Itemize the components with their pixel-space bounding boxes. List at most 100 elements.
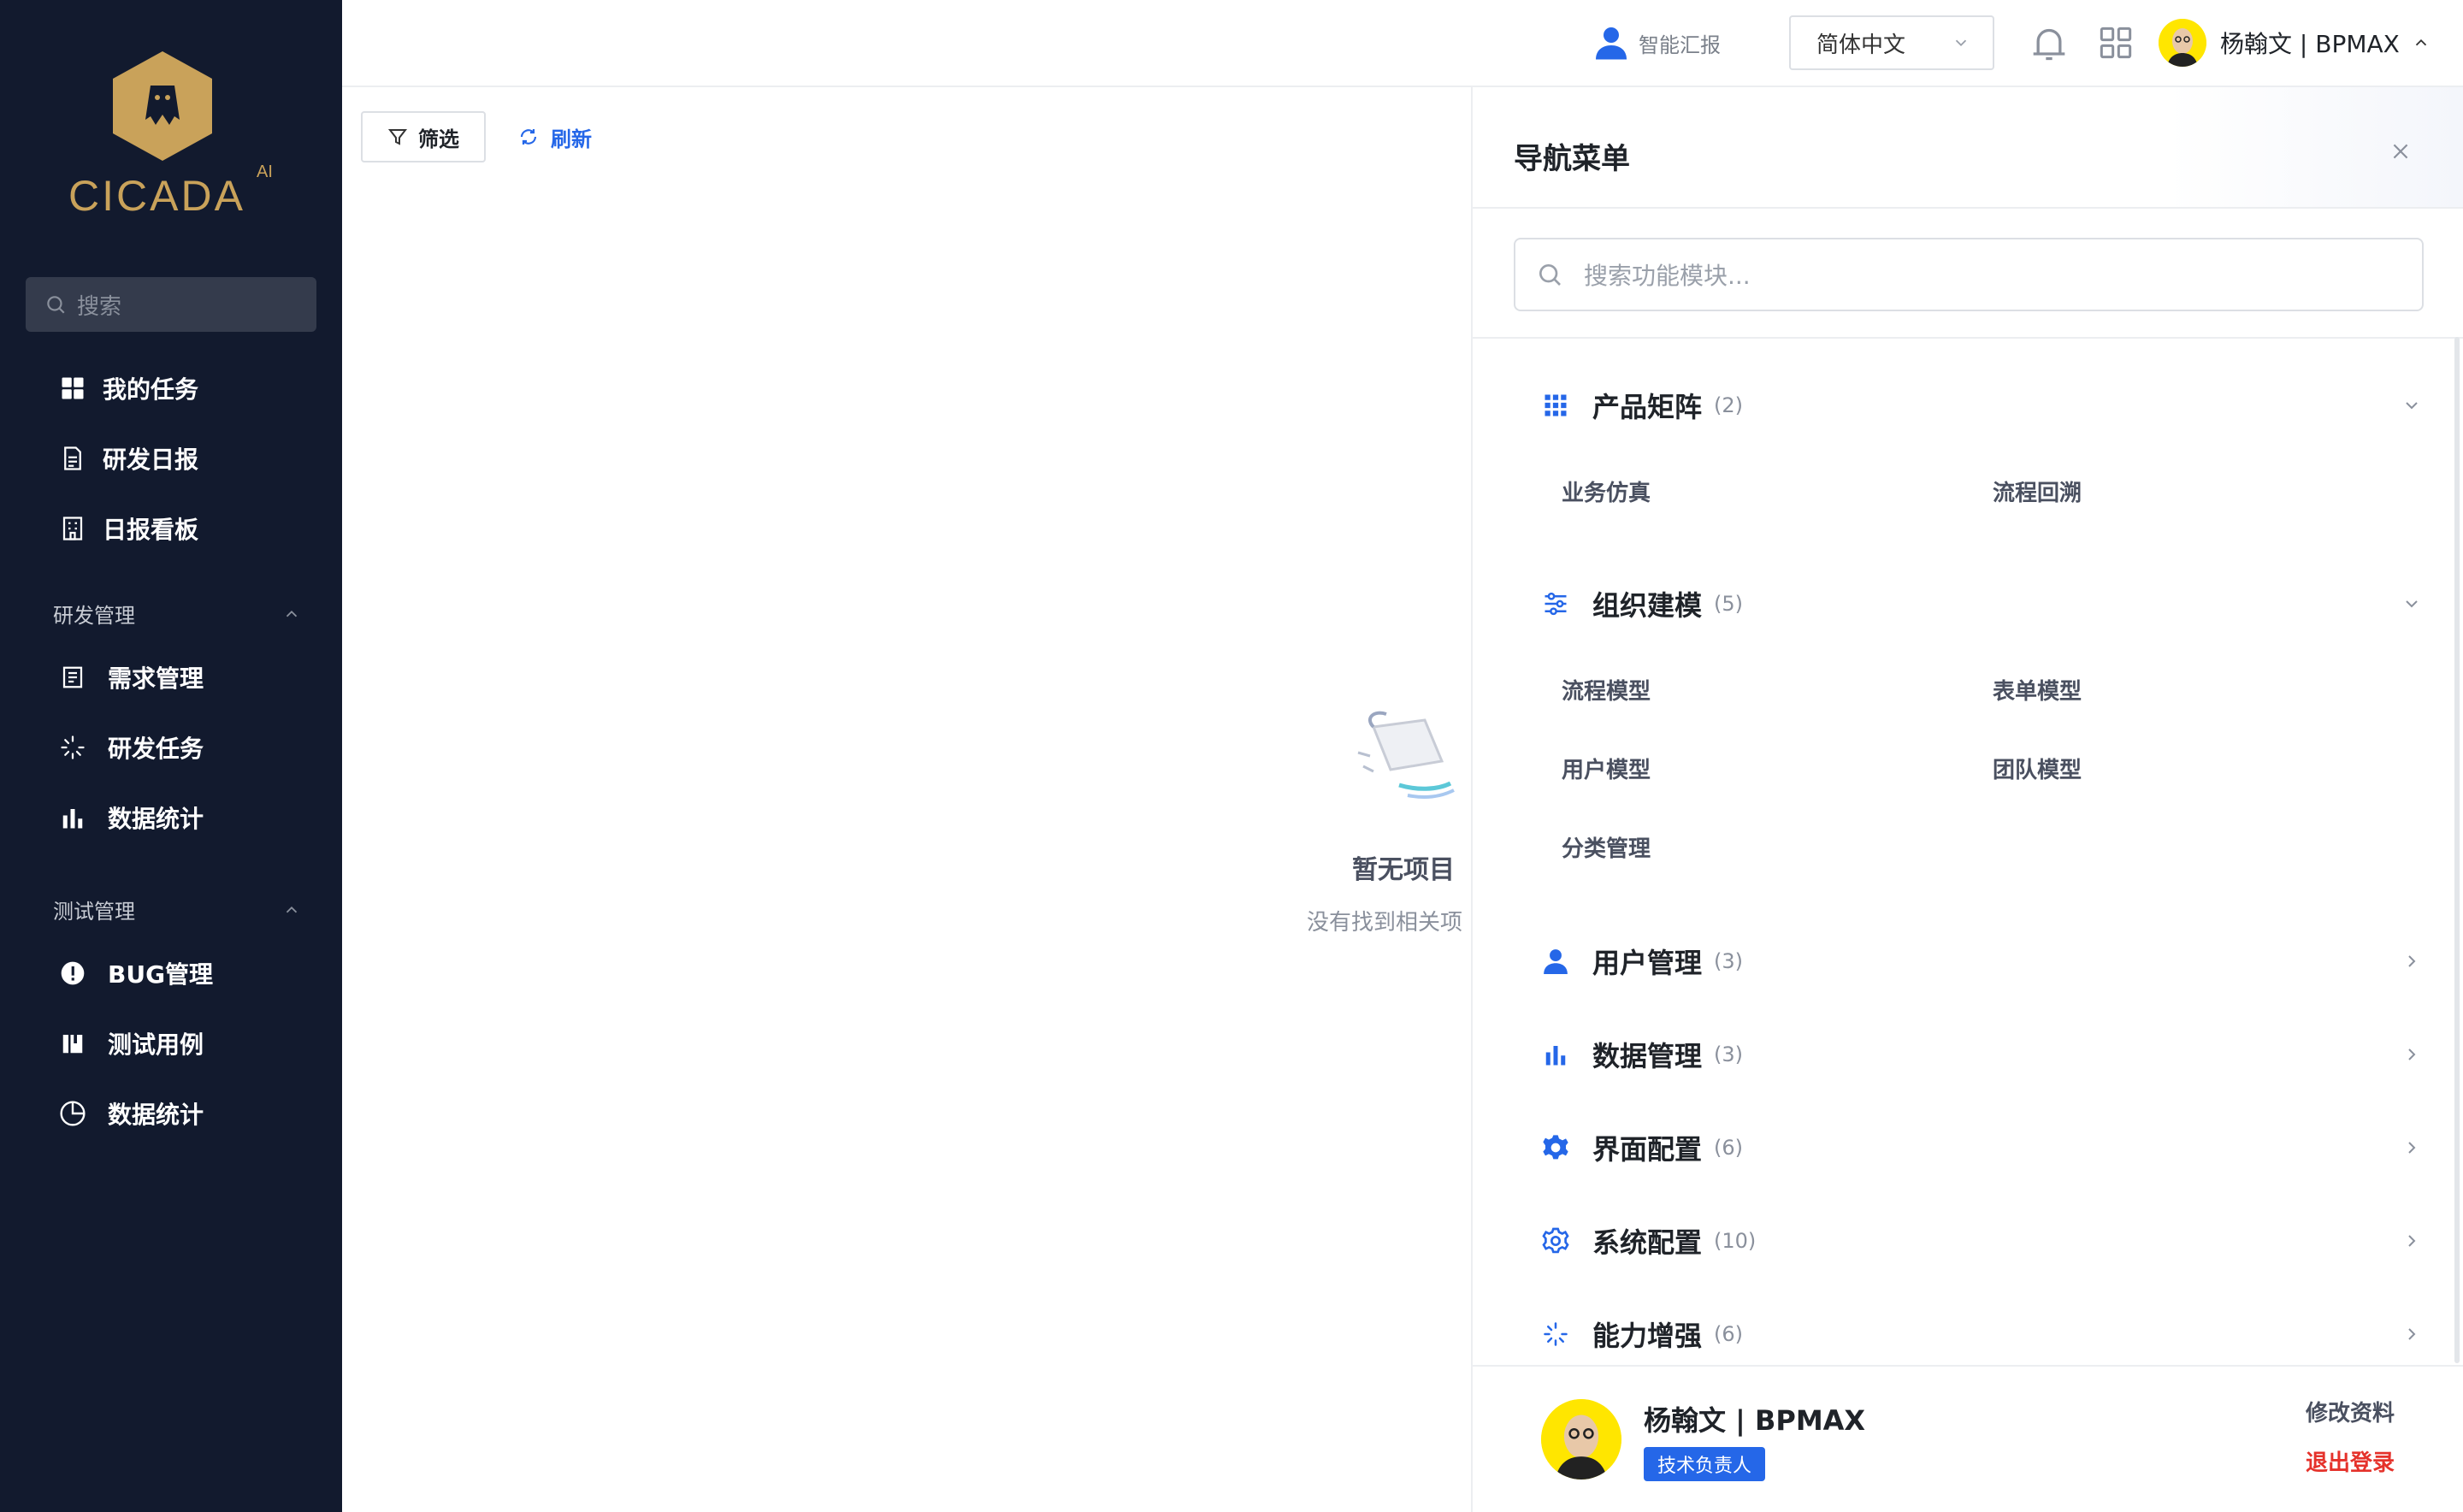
module-link[interactable]: 流程模型 [1562, 674, 1651, 706]
sidebar-item-rd-tasks[interactable]: 研发任务 [58, 722, 204, 773]
apps-icon[interactable] [2099, 26, 2133, 60]
empty-state-description: 没有找到相关项 [1307, 910, 1463, 936]
module-link[interactable]: 业务仿真 [1562, 475, 1651, 507]
role-badge: 技术负责人 [1644, 1447, 1766, 1481]
refresh-button[interactable]: 刷新 [518, 111, 592, 162]
sliders-icon [1541, 589, 1570, 618]
drawer-title: 导航菜单 [1514, 142, 1630, 176]
sidebar-item-label: 数据统计 [108, 805, 204, 833]
edit-profile-link[interactable]: 修改资料 [2306, 1396, 2395, 1427]
footer-user-name: 杨翰文 | BPMAX [1644, 1404, 1866, 1437]
bar-chart-icon [1541, 1040, 1570, 1069]
app-root: CICADA AI 搜索 我的任务 研发日报 日报看板 研发管理 需求管理 研发… [0, 0, 2463, 1512]
category-count: (3) [1714, 1042, 1744, 1066]
module-link[interactable]: 团队模型 [1993, 753, 2082, 784]
sidebar-item-my-tasks[interactable]: 我的任务 [58, 363, 198, 414]
chevron-right-icon [2408, 1328, 2416, 1340]
module-search-input[interactable]: 搜索功能模块... [1514, 238, 2424, 311]
category-user-management[interactable]: 用户管理 (3) [1541, 936, 2422, 987]
chevron-right-icon [2408, 1235, 2416, 1247]
module-link[interactable]: 用户模型 [1562, 753, 1651, 784]
sidebar-group-title: 研发管理 [53, 604, 135, 628]
sidebar-item-requirements[interactable]: 需求管理 [58, 652, 204, 703]
avatar [2159, 19, 2206, 67]
refresh-icon [520, 129, 537, 145]
category-org-modeling[interactable]: 组织建模 (5) [1541, 578, 2422, 629]
top-bar: 智能汇报 简体中文 杨翰文 | BPMAX [342, 0, 2463, 87]
drawer-footer: 杨翰文 | BPMAX 技术负责人 修改资料 退出登录 [1473, 1365, 2463, 1512]
sidebar-item-label: 研发任务 [108, 735, 204, 763]
category-name: 用户管理 [1592, 947, 1703, 979]
bell-icon[interactable] [2030, 24, 2068, 65]
chevron-down-icon [1955, 39, 1967, 47]
category-capability-boost[interactable]: 能力增强 (6) [1541, 1308, 2422, 1360]
module-search-placeholder: 搜索功能模块... [1584, 262, 1751, 290]
filter-icon [387, 129, 408, 145]
loading-spark-icon [58, 733, 87, 762]
gear-outline-icon [1541, 1226, 1570, 1255]
module-link[interactable]: 表单模型 [1993, 674, 2082, 706]
search-icon [47, 296, 65, 314]
apps-grid-icon [1541, 391, 1570, 420]
sidebar: CICADA AI 搜索 我的任务 研发日报 日报看板 研发管理 需求管理 研发… [0, 0, 342, 1512]
sidebar-item-label: 研发日报 [103, 446, 199, 474]
sidebar-item-label: 日报看板 [103, 516, 199, 544]
filter-label: 筛选 [418, 127, 459, 151]
dashboard-icon [58, 374, 87, 403]
sidebar-item-daily-report[interactable]: 研发日报 [58, 433, 198, 484]
sidebar-item-label: 我的任务 [103, 375, 199, 404]
empty-state-title: 暂无项目 [1352, 855, 1455, 885]
brand-suffix: AI [257, 162, 273, 181]
sidebar-group-testing[interactable]: 测试管理 [53, 895, 301, 924]
chevron-right-icon [2408, 955, 2416, 967]
category-name: 组织建模 [1592, 589, 1703, 622]
category-name: 产品矩阵 [1592, 391, 1703, 423]
building-icon [58, 514, 87, 543]
close-icon[interactable] [2389, 140, 2412, 162]
user-icon [1541, 947, 1570, 976]
smart-report-button[interactable]: 智能汇报 [1596, 26, 1721, 60]
loading-spark-icon [1541, 1320, 1570, 1349]
sidebar-group-title: 测试管理 [53, 900, 135, 924]
scrollbar[interactable] [2454, 337, 2460, 1363]
user-name: 杨翰文 | BPMAX [2220, 30, 2400, 58]
user-icon [1596, 27, 1627, 60]
chevron-down-icon [2406, 402, 2418, 410]
category-count: (6) [1714, 1136, 1744, 1160]
sidebar-search-input[interactable]: 搜索 [26, 277, 316, 332]
category-product-matrix[interactable]: 产品矩阵 (2) [1541, 380, 2422, 431]
chevron-up-icon [286, 610, 298, 617]
filter-button[interactable]: 筛选 [361, 111, 486, 162]
category-system-config[interactable]: 系统配置 (10) [1541, 1215, 2422, 1267]
language-value: 简体中文 [1816, 32, 1906, 58]
sidebar-group-rd[interactable]: 研发管理 [53, 599, 301, 629]
sidebar-item-report-board[interactable]: 日报看板 [58, 503, 198, 554]
chevron-down-icon [2406, 600, 2418, 608]
category-ui-config[interactable]: 界面配置 (6) [1541, 1122, 2422, 1173]
search-icon [1539, 264, 1561, 286]
empty-state-illustration [1357, 711, 1455, 799]
sidebar-item-bugs[interactable]: BUG管理 [58, 948, 213, 999]
sidebar-item-rd-stats[interactable]: 数据统计 [58, 792, 204, 843]
logout-link[interactable]: 退出登录 [2306, 1445, 2395, 1477]
chevron-right-icon [2408, 1142, 2416, 1154]
drawer-header: 导航菜单 [1473, 87, 2463, 209]
brand-name: CICADA [68, 172, 245, 220]
sidebar-item-test-cases[interactable]: 测试用例 [58, 1018, 204, 1069]
category-data-management[interactable]: 数据管理 (3) [1541, 1029, 2422, 1080]
module-link[interactable]: 流程回溯 [1993, 475, 2082, 507]
category-name: 能力增强 [1592, 1320, 1703, 1352]
category-count: (6) [1714, 1322, 1744, 1346]
user-menu[interactable]: 杨翰文 | BPMAX [2159, 19, 2431, 67]
module-link[interactable]: 分类管理 [1562, 831, 1651, 863]
category-name: 系统配置 [1592, 1226, 1703, 1259]
pie-chart-icon [58, 1099, 87, 1128]
chevron-right-icon [2408, 1048, 2416, 1060]
sidebar-search-placeholder: 搜索 [77, 293, 122, 320]
navigation-drawer: 导航菜单 搜索功能模块... 产品矩阵 (2) 业务仿真 流程回溯 组织建模 (… [1471, 87, 2463, 1512]
category-count: (3) [1714, 949, 1744, 973]
alert-circle-icon [58, 959, 87, 988]
language-select[interactable]: 简体中文 [1789, 15, 1994, 70]
sidebar-item-test-stats[interactable]: 数据统计 [58, 1088, 204, 1139]
list-document-icon [58, 663, 87, 692]
